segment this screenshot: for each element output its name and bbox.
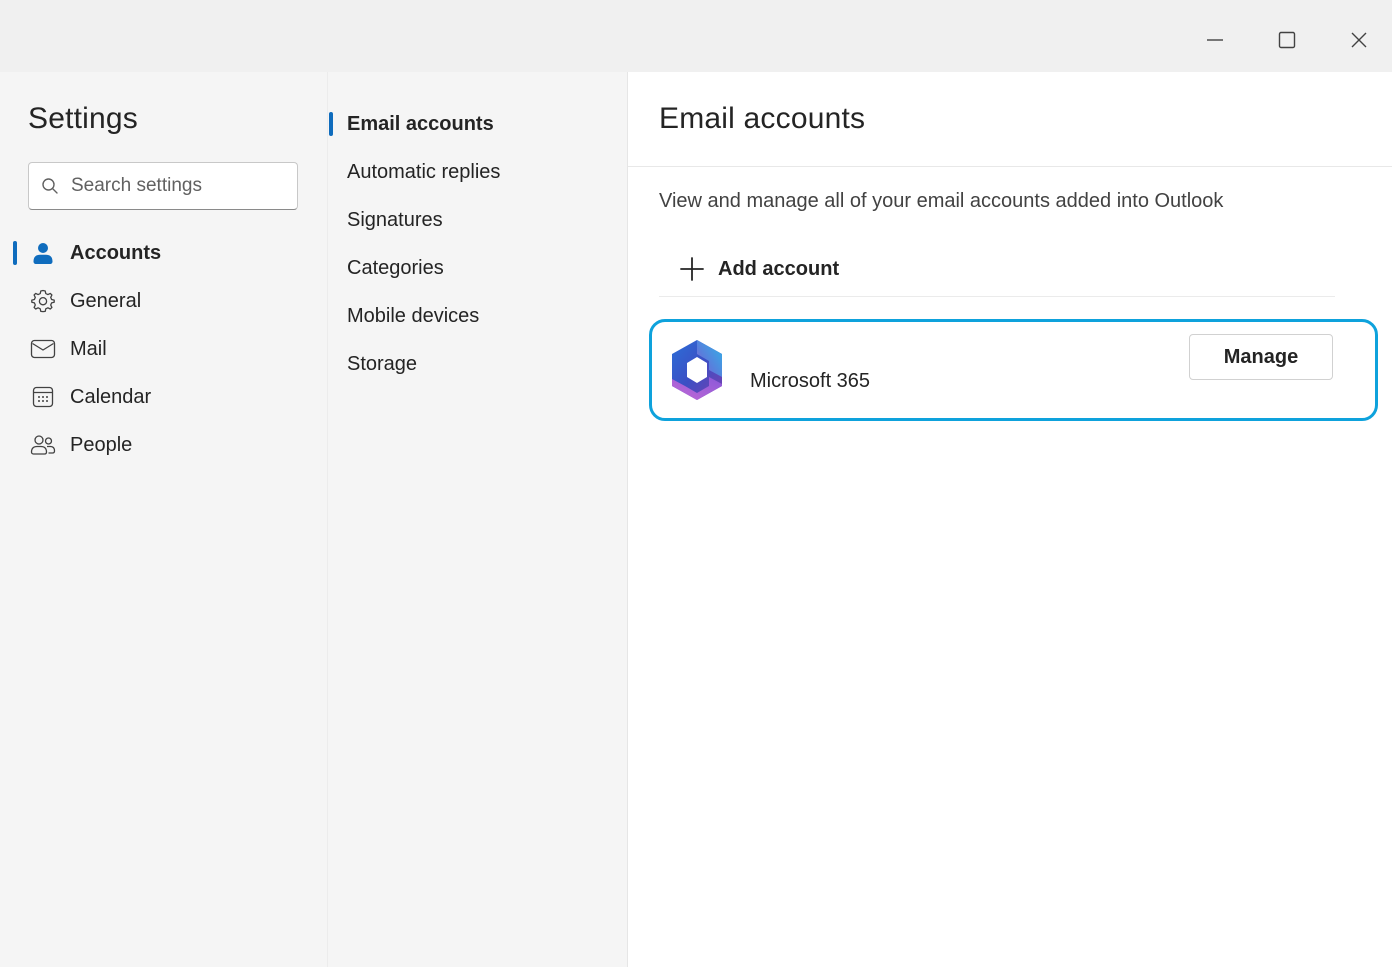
header-divider: [628, 166, 1392, 167]
sidebar-item-mail[interactable]: Mail: [0, 325, 327, 373]
sidebar-item-general[interactable]: General: [0, 277, 327, 325]
sidebar-item-accounts[interactable]: Accounts: [0, 229, 327, 277]
close-icon: [1351, 32, 1367, 48]
subnav-item-storage[interactable]: Storage: [328, 340, 628, 388]
add-account-button[interactable]: Add account: [678, 252, 839, 286]
microsoft-365-logo: [664, 337, 730, 403]
subnav-list: Email accounts Automatic replies Signatu…: [328, 100, 628, 388]
sidebar-item-calendar[interactable]: Calendar: [0, 373, 327, 421]
person-icon: [30, 240, 56, 266]
settings-sidebar: Settings Accounts General: [0, 72, 327, 967]
people-icon: [30, 432, 56, 458]
gear-icon: [30, 288, 56, 314]
subnav-item-automatic-replies[interactable]: Automatic replies: [328, 148, 628, 196]
sidebar-item-label: General: [70, 289, 142, 312]
subnav-item-signatures[interactable]: Signatures: [328, 196, 628, 244]
maximize-button[interactable]: [1259, 12, 1315, 68]
search-icon: [42, 178, 58, 194]
add-account-label: Add account: [718, 257, 840, 280]
mail-icon: [30, 336, 56, 362]
minimize-button[interactable]: [1187, 12, 1243, 68]
search-box[interactable]: [28, 162, 298, 210]
sidebar-item-label: Mail: [70, 337, 107, 360]
sidebar-item-people[interactable]: People: [0, 421, 327, 469]
calendar-icon: [30, 384, 56, 410]
add-account-divider: [659, 296, 1335, 297]
account-name: Microsoft 365: [750, 370, 871, 392]
minimize-icon: [1207, 39, 1223, 41]
accounts-subnav: Email accounts Automatic replies Signatu…: [327, 72, 627, 967]
subnav-item-categories[interactable]: Categories: [328, 244, 628, 292]
main-content: Email accounts View and manage all of yo…: [627, 72, 1392, 967]
title-bar: [0, 0, 1392, 72]
settings-title: Settings: [28, 102, 138, 135]
sidebar-item-label: Accounts: [70, 241, 162, 264]
close-button[interactable]: [1331, 12, 1387, 68]
manage-button[interactable]: Manage: [1189, 334, 1333, 380]
maximize-icon: [1278, 31, 1296, 49]
sidebar-item-label: People: [70, 433, 133, 456]
page-title: Email accounts: [659, 102, 866, 135]
page-description: View and manage all of your email accoun…: [659, 190, 1224, 212]
plus-icon: [678, 255, 706, 283]
sidebar-item-label: Calendar: [70, 385, 152, 408]
search-input[interactable]: [71, 175, 291, 197]
account-card: Microsoft 365 Manage: [649, 319, 1378, 421]
subnav-item-mobile-devices[interactable]: Mobile devices: [328, 292, 628, 340]
subnav-item-email-accounts[interactable]: Email accounts: [328, 100, 628, 148]
category-list: Accounts General Mail Calendar People: [0, 229, 327, 469]
